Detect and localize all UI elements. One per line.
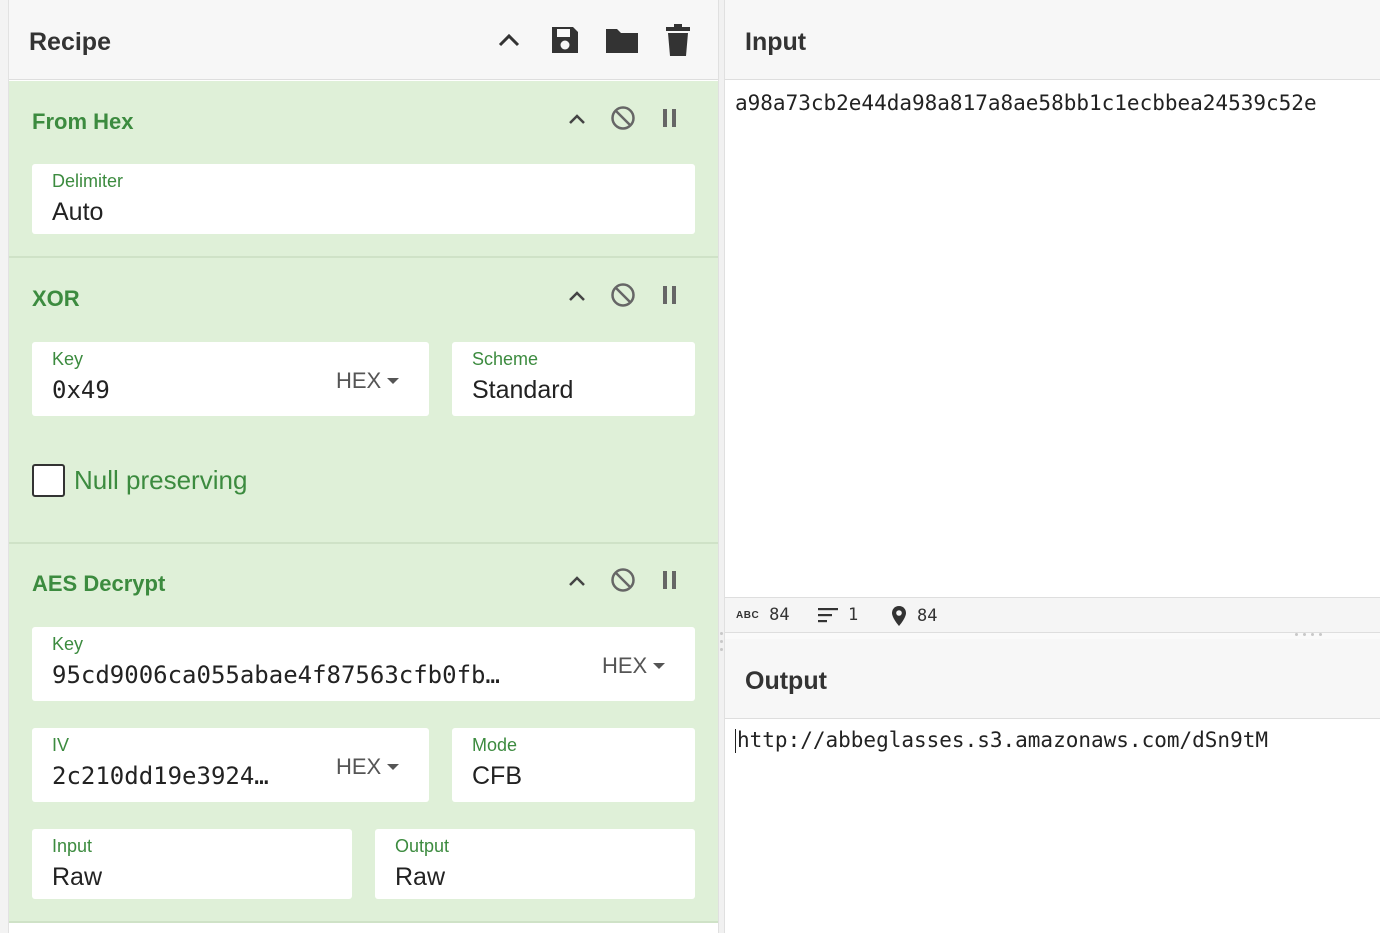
field-label: Scheme: [472, 349, 539, 369]
lines-value: 1: [848, 605, 859, 625]
caret-down-icon: [387, 378, 400, 384]
collapse-all-button[interactable]: [491, 22, 527, 58]
load-recipe-button[interactable]: [604, 22, 640, 58]
scheme-field[interactable]: Scheme Standard: [452, 342, 695, 416]
iv-format-dropdown[interactable]: HEX: [336, 754, 400, 780]
chevron-up-icon: [498, 33, 520, 47]
grip-dot: [1303, 633, 1306, 636]
input-status-bar: ABC 84 1 84: [725, 597, 1380, 633]
operation-from-hex: From Hex Delimiter Auto: [9, 81, 718, 258]
lines-stat: 1: [818, 605, 858, 625]
input-header: Input: [725, 0, 1380, 80]
operation-collapse-button[interactable]: [561, 280, 593, 312]
caret-down-icon: [653, 663, 666, 669]
field-value: Standard: [472, 376, 574, 404]
field-value: CFB: [472, 762, 522, 790]
length-value: 84: [769, 605, 790, 625]
pause-icon: [663, 109, 676, 127]
dropdown-value: HEX: [336, 368, 382, 393]
pause-icon: [663, 571, 676, 589]
grip-dot: [1295, 633, 1298, 636]
folder-icon: [606, 29, 638, 53]
grip-dot: [720, 632, 723, 635]
lines-icon: [818, 608, 838, 623]
location-pin-icon: [892, 606, 906, 626]
checkbox-box[interactable]: [32, 464, 65, 497]
save-icon: [552, 27, 578, 53]
operation-breakpoint-button[interactable]: [654, 279, 686, 311]
operation-aes-decrypt: AES Decrypt Key 95cd9006ca055abae4f87563…: [9, 544, 718, 923]
chevron-up-icon: [569, 576, 585, 586]
iv-field[interactable]: IV 2c210dd19e3924… HEX: [32, 728, 429, 802]
length-stat: ABC 84: [736, 605, 790, 625]
input-title: Input: [745, 28, 807, 56]
pause-icon: [663, 286, 676, 304]
operation-title: From Hex: [32, 109, 134, 134]
field-value: 95cd9006ca055abae4f87563cfb0fb…: [52, 661, 500, 689]
grip-dot: [1319, 633, 1322, 636]
operation-disable-button[interactable]: [607, 102, 639, 134]
operation-title: AES Decrypt: [32, 571, 166, 596]
abc-icon: ABC: [736, 609, 760, 621]
field-label: Output: [395, 836, 450, 856]
dropdown-value: HEX: [336, 754, 382, 779]
recipe-left-edge: [0, 0, 9, 933]
chevron-up-icon: [569, 114, 585, 124]
operation-title: XOR: [32, 286, 80, 311]
output-textarea[interactable]: http://abbeglasses.s3.amazonaws.com/dSn9…: [735, 728, 1380, 753]
input-textarea[interactable]: a98a73cb2e44da98a817a8ae58bb1c1ecbbea245…: [735, 91, 1380, 115]
grip-dot: [720, 648, 723, 651]
key-format-dropdown[interactable]: HEX: [336, 368, 400, 394]
position-stat: 84: [891, 605, 937, 627]
chevron-up-icon: [569, 291, 585, 301]
field-value: 2c210dd19e3924…: [52, 762, 269, 790]
field-value: Raw: [52, 863, 103, 891]
null-preserving-checkbox[interactable]: Null preserving: [32, 464, 247, 497]
trash-icon: [666, 24, 690, 56]
output-title: Output: [745, 667, 827, 695]
field-label: Mode: [472, 735, 518, 755]
save-recipe-button[interactable]: [547, 22, 583, 58]
column-resize-handle[interactable]: [718, 0, 725, 933]
input-format-field[interactable]: Input Raw: [32, 829, 352, 899]
field-label: Key: [52, 634, 84, 654]
field-label: Input: [52, 836, 93, 856]
field-label: IV: [52, 735, 70, 755]
field-value: Raw: [395, 863, 446, 891]
field-value: Auto: [52, 198, 104, 226]
xor-key-field[interactable]: Key 0x49 HEX: [32, 342, 429, 416]
operation-breakpoint-button[interactable]: [654, 564, 686, 596]
clear-recipe-button[interactable]: [660, 22, 696, 58]
operation-collapse-button[interactable]: [561, 103, 593, 135]
recipe-header: Recipe: [9, 0, 718, 80]
checkbox-label: Null preserving: [74, 465, 248, 495]
output-format-field[interactable]: Output Raw: [375, 829, 695, 899]
grip-dot: [720, 640, 723, 643]
operation-breakpoint-button[interactable]: [654, 102, 686, 134]
field-label: Key: [52, 349, 84, 369]
field-label: Delimiter: [52, 171, 124, 191]
operation-disable-button[interactable]: [607, 279, 639, 311]
delimiter-field[interactable]: Delimiter Auto: [32, 164, 695, 234]
field-value: 0x49: [52, 376, 110, 404]
recipe-title: Recipe: [29, 28, 111, 56]
recipe-panel: Recipe From Hex Delimiter Auto XOR Key 0…: [0, 0, 718, 933]
operation-disable-button[interactable]: [607, 564, 639, 596]
grip-dot: [1311, 633, 1314, 636]
position-value: 84: [917, 606, 938, 626]
mode-field[interactable]: Mode CFB: [452, 728, 695, 802]
operation-xor: XOR Key 0x49 HEX Scheme Standard Null pr…: [9, 258, 718, 544]
text-cursor: [735, 729, 736, 753]
disable-icon: [611, 568, 635, 592]
caret-down-icon: [387, 764, 400, 770]
disable-icon: [611, 283, 635, 307]
output-header: Output: [725, 639, 1380, 719]
aes-key-field[interactable]: Key 95cd9006ca055abae4f87563cfb0fb… HEX: [32, 627, 695, 701]
key-format-dropdown[interactable]: HEX: [602, 653, 666, 679]
output-text: http://abbeglasses.s3.amazonaws.com/dSn9…: [737, 728, 1269, 752]
disable-icon: [611, 106, 635, 130]
operation-collapse-button[interactable]: [561, 565, 593, 597]
dropdown-value: HEX: [602, 653, 648, 678]
